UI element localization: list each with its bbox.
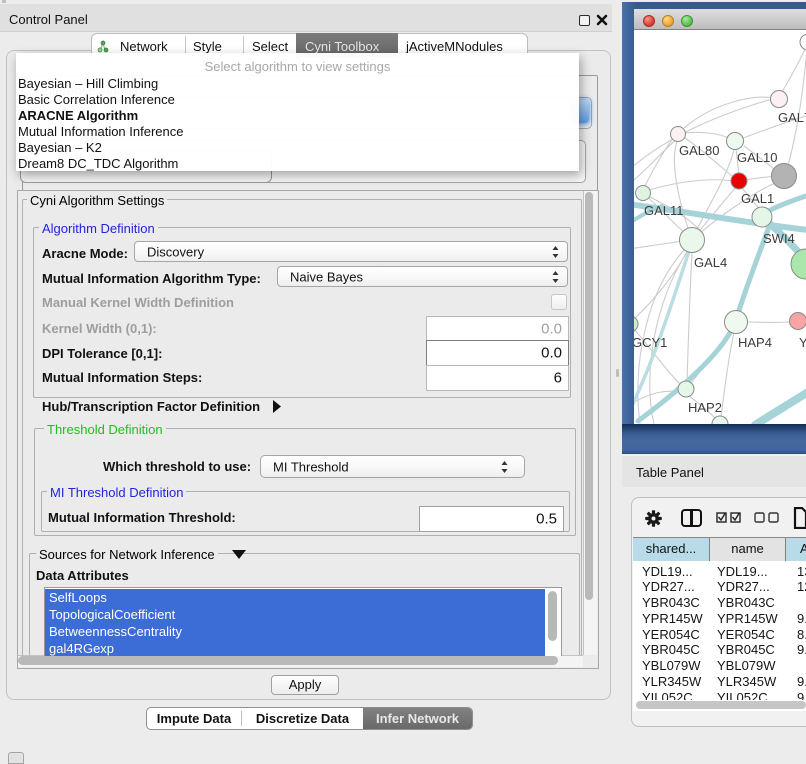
svg-text:GAL1: GAL1 bbox=[741, 191, 774, 206]
svg-text:SWI4: SWI4 bbox=[763, 231, 795, 246]
svg-text:GCY1: GCY1 bbox=[634, 335, 667, 350]
svg-text:GAL80: GAL80 bbox=[679, 143, 719, 158]
svg-text:Y: Y bbox=[799, 335, 806, 350]
svg-text:GAL10: GAL10 bbox=[737, 150, 777, 165]
svg-text:HAP4: HAP4 bbox=[738, 335, 772, 350]
svg-text:GAL11: GAL11 bbox=[644, 203, 684, 218]
svg-text:GAL7: GAL7 bbox=[778, 110, 806, 125]
svg-text:HAP2: HAP2 bbox=[688, 400, 722, 415]
svg-text:GAL4: GAL4 bbox=[694, 255, 727, 270]
